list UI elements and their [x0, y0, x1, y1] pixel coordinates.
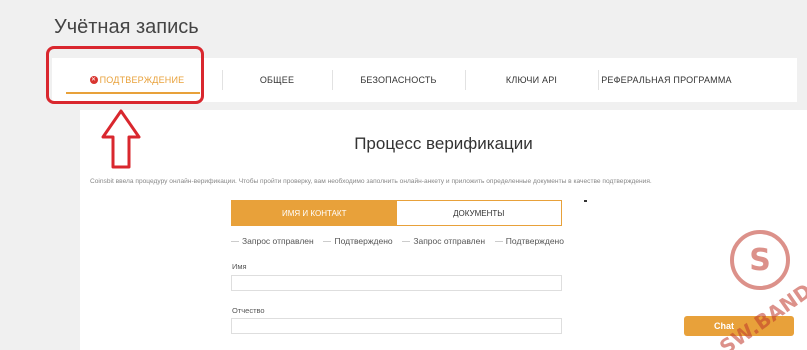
status-item: Запрос отправлен: [402, 236, 485, 246]
first-name-field[interactable]: [231, 275, 562, 291]
page-title: Учётная запись: [54, 16, 199, 38]
dash-mark: [584, 200, 587, 202]
tab-label: БЕЗОПАСНОСТЬ: [360, 75, 437, 85]
annotation-highlight-box: [46, 46, 204, 104]
verification-title: Процесс верификации: [354, 134, 533, 153]
tab-label: КЛЮЧИ API: [505, 75, 558, 85]
middle-name-label: Отчество: [232, 306, 265, 315]
first-name-label: Имя: [232, 262, 247, 271]
tab-api-keys[interactable]: КЛЮЧИ API: [465, 58, 598, 102]
verification-description: Coinsbit ввела процедуру онлайн-верифика…: [90, 178, 652, 185]
status-item: Подтверждено: [494, 236, 564, 246]
tab-label: ОБЩЕЕ: [259, 75, 295, 85]
status-row: Запрос отправлен Подтверждено Запрос отп…: [231, 236, 564, 246]
status-item: Запрос отправлен: [231, 236, 314, 246]
middle-name-field[interactable]: [231, 318, 562, 334]
svg-text:S: S: [749, 243, 771, 278]
tab-general[interactable]: ОБЩЕЕ: [222, 58, 332, 102]
tab-referral[interactable]: РЕФЕРАЛЬНАЯ ПРОГРАММА: [598, 58, 735, 102]
status-item: Подтверждено: [323, 236, 393, 246]
tab-security[interactable]: БЕЗОПАСНОСТЬ: [332, 58, 465, 102]
subtab-documents[interactable]: ДОКУМЕНТЫ: [396, 201, 561, 225]
watermark-logo: S SW.BAND: [715, 230, 807, 350]
subtab-name-contact[interactable]: ИМЯ И КОНТАКТ: [232, 201, 397, 225]
tab-label: РЕФЕРАЛЬНАЯ ПРОГРАММА: [601, 75, 732, 85]
verification-subtabs: ИМЯ И КОНТАКТ ДОКУМЕНТЫ: [231, 200, 562, 226]
